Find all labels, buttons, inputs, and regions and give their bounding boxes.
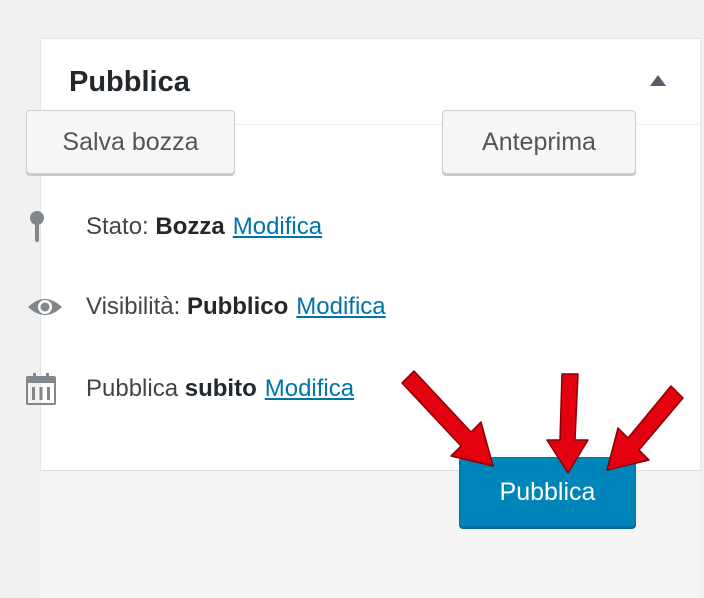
visibility-edit-link[interactable]: Modifica	[296, 293, 385, 321]
schedule-row: Pubblica subito Modifica	[26, 372, 354, 406]
visibility-label: Visibilità:	[86, 293, 181, 320]
status-label: Stato:	[86, 213, 149, 240]
status-edit-link[interactable]: Modifica	[233, 213, 322, 241]
status-value: Bozza	[155, 213, 225, 240]
status-row: Stato: Bozza Modifica	[26, 210, 322, 244]
panel-title: Pubblica	[69, 66, 190, 98]
visibility-row: Visibilità: Pubblico Modifica	[26, 290, 386, 324]
calendar-icon	[26, 372, 66, 406]
pin-icon	[26, 210, 66, 244]
eye-icon	[26, 290, 66, 324]
visibility-value: Pubblico	[186, 293, 289, 320]
preview-button[interactable]: Anteprima	[442, 110, 636, 174]
schedule-edit-link[interactable]: Modifica	[265, 375, 354, 403]
schedule-value: subito	[184, 375, 257, 402]
schedule-label: Pubblica	[86, 375, 179, 402]
save-draft-button[interactable]: Salva bozza	[26, 110, 235, 174]
publish-button[interactable]: Pubblica	[459, 457, 636, 527]
triangle-up-icon[interactable]	[650, 75, 666, 86]
